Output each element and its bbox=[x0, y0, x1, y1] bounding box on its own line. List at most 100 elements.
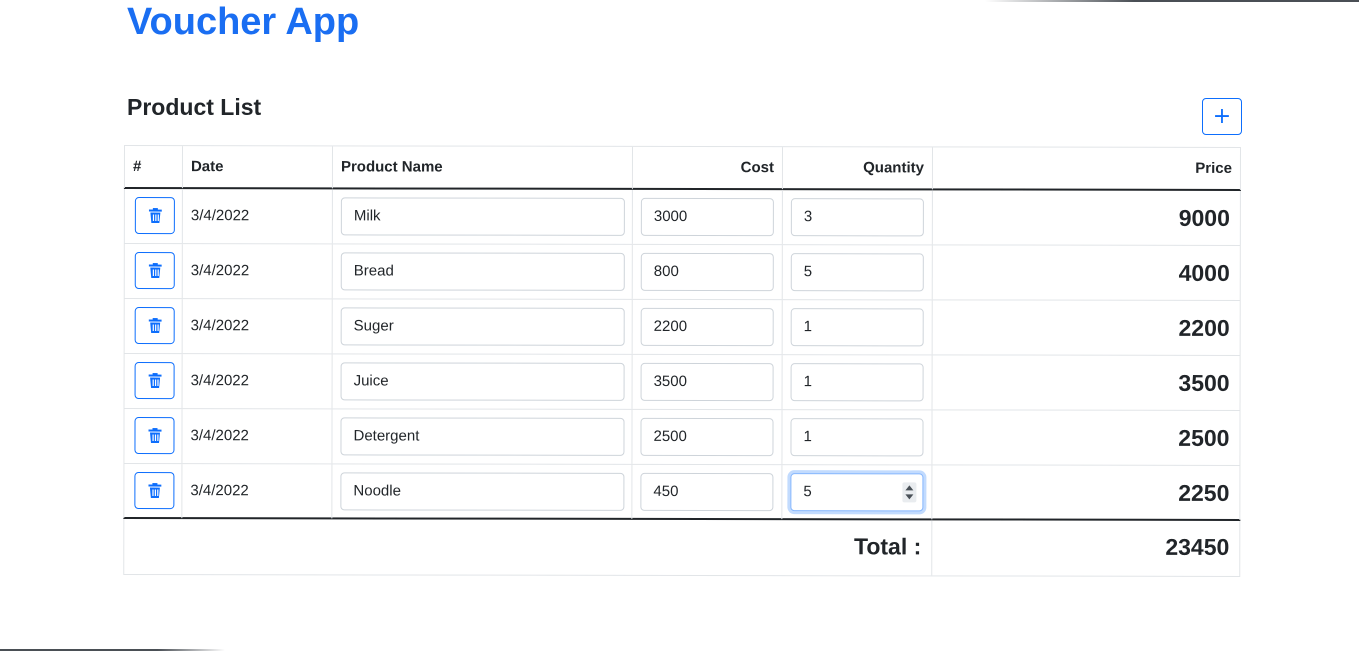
date-cell: 3/4/2022 bbox=[181, 189, 332, 244]
quantity-input[interactable]: 1 bbox=[790, 308, 924, 347]
product-name-input[interactable]: Juice bbox=[340, 362, 625, 401]
cost-cell: 3500 bbox=[631, 354, 782, 410]
quantity-value: 5 bbox=[803, 263, 813, 281]
row-price: 2500 bbox=[1178, 424, 1230, 451]
quantity-cell: 1 bbox=[781, 410, 932, 465]
index-cell bbox=[123, 298, 182, 354]
quantity-value: 5 bbox=[803, 483, 812, 501]
cost-input[interactable]: 2500 bbox=[640, 417, 774, 457]
index-cell bbox=[123, 188, 182, 244]
product-name-cell: Noodle bbox=[331, 464, 632, 519]
price-cell: 2250 bbox=[931, 465, 1241, 520]
header-quantity: Quantity bbox=[781, 147, 932, 190]
cost-input[interactable]: 800 bbox=[640, 252, 774, 292]
date-cell: 3/4/2022 bbox=[181, 464, 332, 519]
product-name-input[interactable]: Milk bbox=[340, 197, 625, 236]
index-cell bbox=[123, 243, 182, 299]
product-name-input[interactable]: Bread bbox=[340, 252, 625, 291]
quantity-input[interactable]: 5 bbox=[790, 473, 924, 512]
header-cost: Cost bbox=[631, 146, 782, 190]
product-list-title: Product List bbox=[127, 94, 262, 120]
table-row: 3/4/2022 Bread 800 5 4000 bbox=[123, 243, 1241, 301]
quantity-input[interactable]: 5 bbox=[790, 253, 924, 292]
delete-row-button[interactable] bbox=[134, 197, 175, 235]
cost-input[interactable]: 3000 bbox=[640, 197, 774, 237]
total-label-cell: Total : bbox=[123, 518, 932, 576]
quantity-input[interactable]: 1 bbox=[790, 418, 924, 457]
row-date: 3/4/2022 bbox=[190, 372, 249, 390]
header-date: Date bbox=[181, 146, 332, 189]
table-row: 3/4/2022 Milk 3000 3 9000 bbox=[123, 188, 1241, 246]
quantity-cell: 5 bbox=[781, 465, 932, 520]
quantity-cell: 5 bbox=[781, 245, 932, 300]
app-title: Voucher App bbox=[127, 1, 360, 43]
quantity-value: 3 bbox=[803, 208, 813, 226]
product-name-cell: Juice bbox=[331, 354, 632, 409]
product-name-input[interactable]: Detergent bbox=[340, 417, 625, 456]
quantity-input[interactable]: 3 bbox=[790, 198, 924, 237]
price-cell: 2500 bbox=[931, 410, 1241, 465]
delete-row-button[interactable] bbox=[134, 362, 175, 400]
index-cell bbox=[123, 353, 182, 409]
index-cell bbox=[123, 408, 182, 464]
cost-input[interactable]: 450 bbox=[640, 472, 774, 512]
row-price: 2200 bbox=[1178, 314, 1230, 341]
divider bbox=[985, 0, 1359, 2]
product-name-input[interactable]: Suger bbox=[340, 307, 625, 346]
product-name-cell: Suger bbox=[331, 299, 632, 354]
quantity-cell: 1 bbox=[781, 300, 932, 355]
total-row: Total : 23450 bbox=[123, 518, 1241, 577]
date-cell: 3/4/2022 bbox=[181, 354, 332, 409]
index-cell bbox=[123, 463, 182, 519]
price-cell: 3500 bbox=[931, 355, 1241, 410]
cost-input[interactable]: 2200 bbox=[640, 307, 774, 347]
price-cell: 9000 bbox=[931, 190, 1241, 245]
price-cell: 2200 bbox=[931, 300, 1241, 355]
product-name-cell: Milk bbox=[331, 189, 632, 244]
table-header: # Date Product Name Cost Quantity Price bbox=[123, 145, 1241, 191]
product-name-cell: Bread bbox=[331, 244, 632, 299]
table-row: 3/4/2022 Noodle 450 5 2250 bbox=[123, 463, 1241, 521]
row-date: 3/4/2022 bbox=[190, 482, 249, 500]
header-price: Price bbox=[931, 147, 1241, 190]
chevron-up-icon[interactable] bbox=[905, 485, 914, 491]
cost-input[interactable]: 3500 bbox=[640, 362, 774, 402]
delete-row-button[interactable] bbox=[134, 472, 175, 510]
delete-row-button[interactable] bbox=[134, 307, 175, 345]
cost-cell: 2500 bbox=[631, 409, 782, 465]
row-price: 9000 bbox=[1178, 204, 1230, 231]
price-cell: 4000 bbox=[931, 245, 1241, 300]
product-table: # Date Product Name Cost Quantity Price … bbox=[123, 145, 1241, 577]
page: Voucher App Product List + # Date Produc… bbox=[0, 0, 1359, 652]
header-product-name: Product Name bbox=[331, 146, 632, 189]
cost-cell: 2200 bbox=[631, 299, 782, 355]
header-index: # bbox=[123, 146, 182, 189]
chevron-down-icon[interactable] bbox=[905, 494, 914, 500]
quantity-value: 1 bbox=[803, 428, 812, 446]
total-label: Total : bbox=[853, 533, 922, 560]
row-date: 3/4/2022 bbox=[190, 427, 249, 445]
divider bbox=[0, 649, 225, 651]
delete-row-button[interactable] bbox=[134, 417, 175, 455]
product-name-input[interactable]: Noodle bbox=[340, 472, 625, 511]
quantity-cell: 1 bbox=[781, 355, 932, 410]
row-price: 3500 bbox=[1178, 369, 1230, 396]
cost-cell: 450 bbox=[631, 464, 782, 520]
add-product-button[interactable]: + bbox=[1202, 98, 1242, 135]
row-price: 4000 bbox=[1178, 259, 1230, 286]
total-value: 23450 bbox=[1165, 533, 1230, 560]
cost-cell: 3000 bbox=[631, 189, 782, 245]
quantity-value: 1 bbox=[803, 318, 813, 336]
delete-row-button[interactable] bbox=[134, 252, 175, 290]
row-price: 2250 bbox=[1178, 479, 1230, 506]
quantity-stepper[interactable] bbox=[902, 482, 917, 503]
date-cell: 3/4/2022 bbox=[181, 244, 332, 299]
cost-cell: 800 bbox=[631, 244, 782, 300]
plus-icon: + bbox=[1212, 104, 1232, 129]
product-name-cell: Detergent bbox=[331, 409, 632, 464]
quantity-input[interactable]: 1 bbox=[790, 363, 924, 402]
row-date: 3/4/2022 bbox=[190, 262, 250, 280]
row-date: 3/4/2022 bbox=[190, 317, 250, 335]
quantity-cell: 3 bbox=[781, 190, 932, 245]
table-row: 3/4/2022 Suger 2200 1 2200 bbox=[123, 298, 1241, 356]
